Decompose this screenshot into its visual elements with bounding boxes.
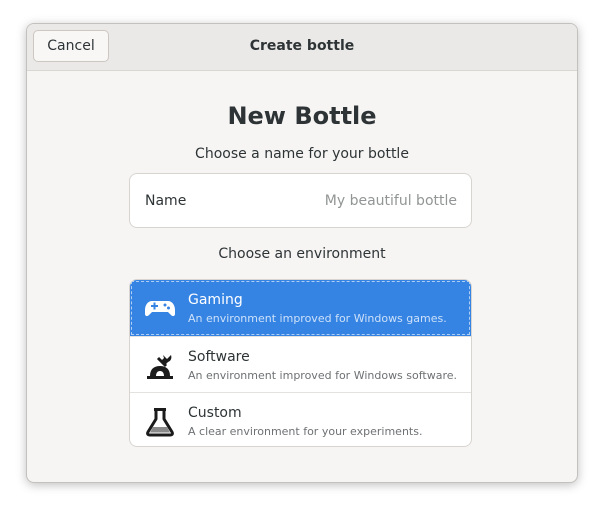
- environment-prompt: Choose an environment: [218, 246, 386, 262]
- name-input[interactable]: [287, 186, 459, 216]
- name-label: Name: [145, 193, 187, 209]
- environment-description: An environment improved for Windows game…: [188, 312, 447, 325]
- environment-row-gaming[interactable]: Gaming An environment improved for Windo…: [130, 280, 471, 336]
- headerbar: Cancel Create bottle: [27, 24, 577, 71]
- environment-description: A clear environment for your experiments…: [188, 425, 423, 438]
- environment-list: Gaming An environment improved for Windo…: [129, 279, 472, 447]
- name-prompt: Choose a name for your bottle: [195, 146, 409, 162]
- create-bottle-dialog: Cancel Create bottle New Bottle Choose a…: [26, 23, 578, 483]
- dialog-title: Create bottle: [249, 38, 355, 54]
- environment-row-software[interactable]: Software An environment improved for Win…: [130, 336, 471, 392]
- flask-icon: [146, 408, 174, 437]
- environment-row-custom[interactable]: Custom A clear environment for your expe…: [130, 392, 471, 446]
- software-icon: [147, 355, 173, 379]
- environment-title: Software: [188, 349, 250, 365]
- environment-description: An environment improved for Windows soft…: [188, 369, 458, 382]
- gamepad-icon: [145, 301, 175, 317]
- environment-title: Custom: [188, 405, 242, 421]
- environment-title: Gaming: [188, 292, 243, 308]
- name-row: Name: [129, 173, 472, 228]
- page-title: New Bottle: [227, 102, 377, 130]
